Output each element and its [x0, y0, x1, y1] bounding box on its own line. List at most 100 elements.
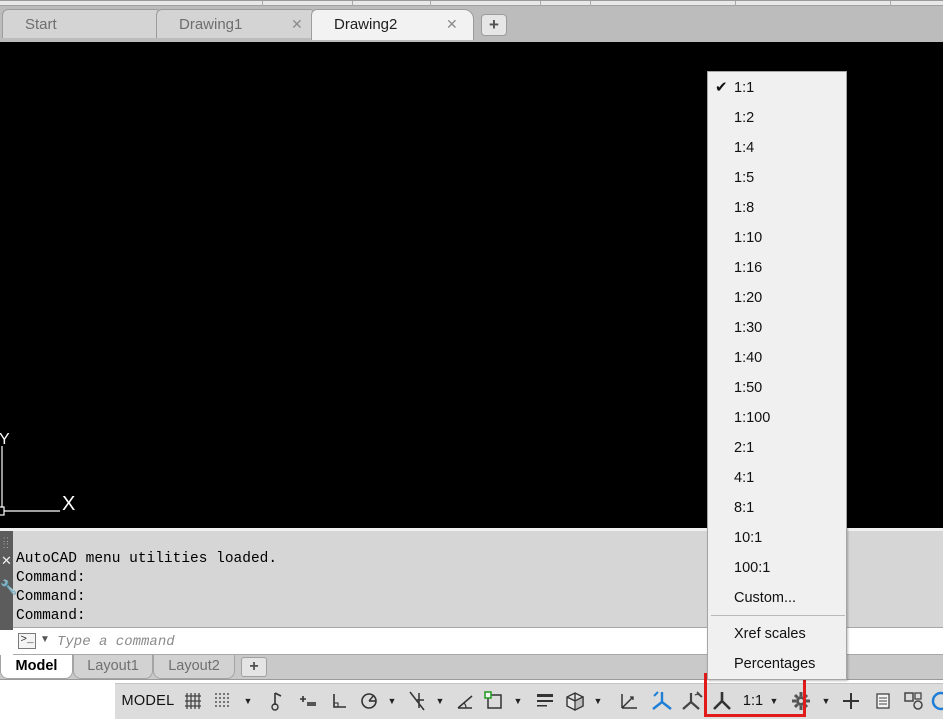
scale-menu-item-label: 1:1	[734, 80, 755, 96]
scale-menu-item[interactable]: ✔ 1:1	[708, 73, 846, 103]
scale-menu-item-label: 2:1	[734, 440, 755, 456]
grid-display-icon[interactable]	[181, 688, 205, 714]
command-history-line: AutoCAD menu utilities loaded.	[16, 551, 278, 567]
workspace-dropdown-icon[interactable]: ▼	[819, 688, 833, 714]
scale-menu-item-label: 1:30	[734, 320, 763, 336]
menu-separator	[711, 615, 845, 616]
scale-menu-item[interactable]: 1:50	[708, 373, 846, 403]
tab-drawing1[interactable]: Drawing1 ✕	[156, 9, 319, 38]
command-line-grip[interactable]: :::: ✕ 🔧	[0, 531, 17, 630]
status-bar-tray: MODEL ▼ ▼ ▼ ▼ ▼ 1:1 ▼ ▼	[115, 683, 943, 719]
tab-drawing2-label: Drawing2	[334, 16, 398, 33]
document-tab-strip: Start Drawing1 ✕ Drawing2 ✕ +	[0, 0, 943, 42]
ortho-mode-icon[interactable]	[327, 688, 351, 714]
scale-menu-item[interactable]: 1:10	[708, 223, 846, 253]
command-prompt-icon[interactable]: >_	[18, 633, 36, 649]
tab-start[interactable]: Start	[2, 9, 165, 38]
scale-menu-item-label: Percentages	[734, 656, 816, 672]
model-space-button[interactable]: MODEL	[119, 688, 177, 714]
scale-menu-item-label: 1:5	[734, 170, 755, 186]
isometric-drafting-icon[interactable]	[405, 688, 429, 714]
scale-menu-percentages[interactable]: Percentages	[708, 649, 846, 679]
command-history-line: Command:	[16, 570, 86, 586]
quick-properties-icon[interactable]	[871, 688, 895, 714]
annotation-scale-value[interactable]: 1:1	[739, 688, 767, 714]
scale-menu-item-label: 1:50	[734, 380, 763, 396]
scale-menu-item-label: 1:16	[734, 260, 763, 276]
ucs-icon: Y X	[0, 432, 75, 516]
scale-menu-custom-label: Custom...	[734, 590, 797, 606]
snap-mode-icon[interactable]	[211, 688, 235, 714]
lineweight-icon[interactable]	[533, 688, 557, 714]
command-history-text: AutoCAD menu utilities loaded. Command: …	[16, 550, 277, 626]
dynamic-ucs-icon[interactable]	[617, 688, 641, 714]
scale-menu-item[interactable]: 1:40	[708, 343, 846, 373]
dynamic-input-icon[interactable]	[295, 688, 319, 714]
new-drawing-tab-button[interactable]: +	[481, 14, 507, 36]
isolate-objects-icon[interactable]	[901, 688, 927, 714]
polar-tracking-icon[interactable]	[357, 688, 381, 714]
scale-menu-item-label: 1:100	[734, 410, 771, 426]
polar-tracking-dropdown-icon[interactable]: ▼	[385, 688, 399, 714]
scale-menu-item-label: 1:20	[734, 290, 763, 306]
scale-menu-item[interactable]: 10:1	[708, 523, 846, 553]
ucs-y-label: Y	[0, 432, 10, 448]
customize-wrench-icon[interactable]: 🔧	[0, 579, 17, 596]
scale-menu-item-label: 1:10	[734, 230, 763, 246]
ribbon-bottom-edge	[0, 1, 943, 6]
scale-menu-item[interactable]: 100:1	[708, 553, 846, 583]
scale-menu-item[interactable]: 1:16	[708, 253, 846, 283]
scale-menu-item-label: 1:2	[734, 110, 755, 126]
status-bar: MODEL ▼ ▼ ▼ ▼ ▼ 1:1 ▼ ▼	[0, 680, 943, 723]
tab-drawing2[interactable]: Drawing2 ✕	[311, 9, 474, 40]
infer-constraints-icon[interactable]	[265, 688, 289, 714]
auto-scale-icon[interactable]	[679, 688, 705, 714]
clean-screen-icon[interactable]	[929, 688, 943, 714]
annotation-monitor-icon[interactable]	[839, 688, 863, 714]
tab-model-label: Model	[15, 658, 58, 674]
recent-commands-dropdown-icon[interactable]: ▼	[40, 634, 50, 645]
workspace-switching-icon[interactable]	[789, 688, 813, 714]
snap-mode-dropdown-icon[interactable]: ▼	[241, 688, 255, 714]
new-layout-button[interactable]: +	[241, 657, 267, 677]
annotation-visibility-icon[interactable]	[649, 688, 675, 714]
scale-menu-item-label: 100:1	[734, 560, 771, 576]
tab-layout2-label: Layout2	[168, 658, 220, 674]
scale-menu-item[interactable]: 8:1	[708, 493, 846, 523]
scale-menu-item[interactable]: 1:2	[708, 103, 846, 133]
tab-layout1[interactable]: Layout1	[73, 655, 153, 679]
scale-menu-item-label: 10:1	[734, 530, 763, 546]
scale-menu-item[interactable]: 2:1	[708, 433, 846, 463]
scale-menu-item-label: 1:4	[734, 140, 755, 156]
tab-layout2[interactable]: Layout2	[153, 655, 235, 679]
scale-menu-item[interactable]: 1:30	[708, 313, 846, 343]
grip-dots-icon[interactable]: ::::	[3, 536, 9, 550]
scale-menu-item-label: Xref scales	[734, 626, 806, 642]
tab-start-label: Start	[25, 16, 57, 33]
tab-layout1-label: Layout1	[87, 658, 139, 674]
scale-menu-item[interactable]: 1:4	[708, 133, 846, 163]
close-tab-drawing1-icon[interactable]: ✕	[291, 16, 303, 33]
scale-menu-item[interactable]: 1:8	[708, 193, 846, 223]
object-snap-icon[interactable]	[483, 688, 507, 714]
scale-menu-custom[interactable]: Custom...	[708, 583, 846, 613]
scale-menu-item[interactable]: 1:100	[708, 403, 846, 433]
scale-menu-item-label: 1:40	[734, 350, 763, 366]
scale-menu-xref-scales[interactable]: Xref scales	[708, 619, 846, 649]
scale-menu-item-label: 4:1	[734, 470, 755, 486]
object-snap-tracking-icon[interactable]	[453, 688, 477, 714]
annotation-scale-icon[interactable]	[709, 688, 735, 714]
3d-osnap-dropdown-icon[interactable]: ▼	[591, 688, 605, 714]
annotation-scale-dropdown-icon[interactable]: ▼	[767, 688, 781, 714]
scale-menu-item[interactable]: 1:5	[708, 163, 846, 193]
close-tab-drawing2-icon[interactable]: ✕	[446, 16, 458, 33]
object-snap-dropdown-icon[interactable]: ▼	[511, 688, 525, 714]
isometric-dropdown-icon[interactable]: ▼	[433, 688, 447, 714]
tab-model[interactable]: Model	[0, 655, 73, 679]
close-command-line-icon[interactable]: ✕	[1, 553, 12, 569]
scale-menu-item[interactable]: 4:1	[708, 463, 846, 493]
command-history-line: Command:	[16, 608, 86, 624]
ucs-x-label: X	[62, 493, 75, 515]
selection-cycling-icon[interactable]	[563, 688, 587, 714]
scale-menu-item[interactable]: 1:20	[708, 283, 846, 313]
